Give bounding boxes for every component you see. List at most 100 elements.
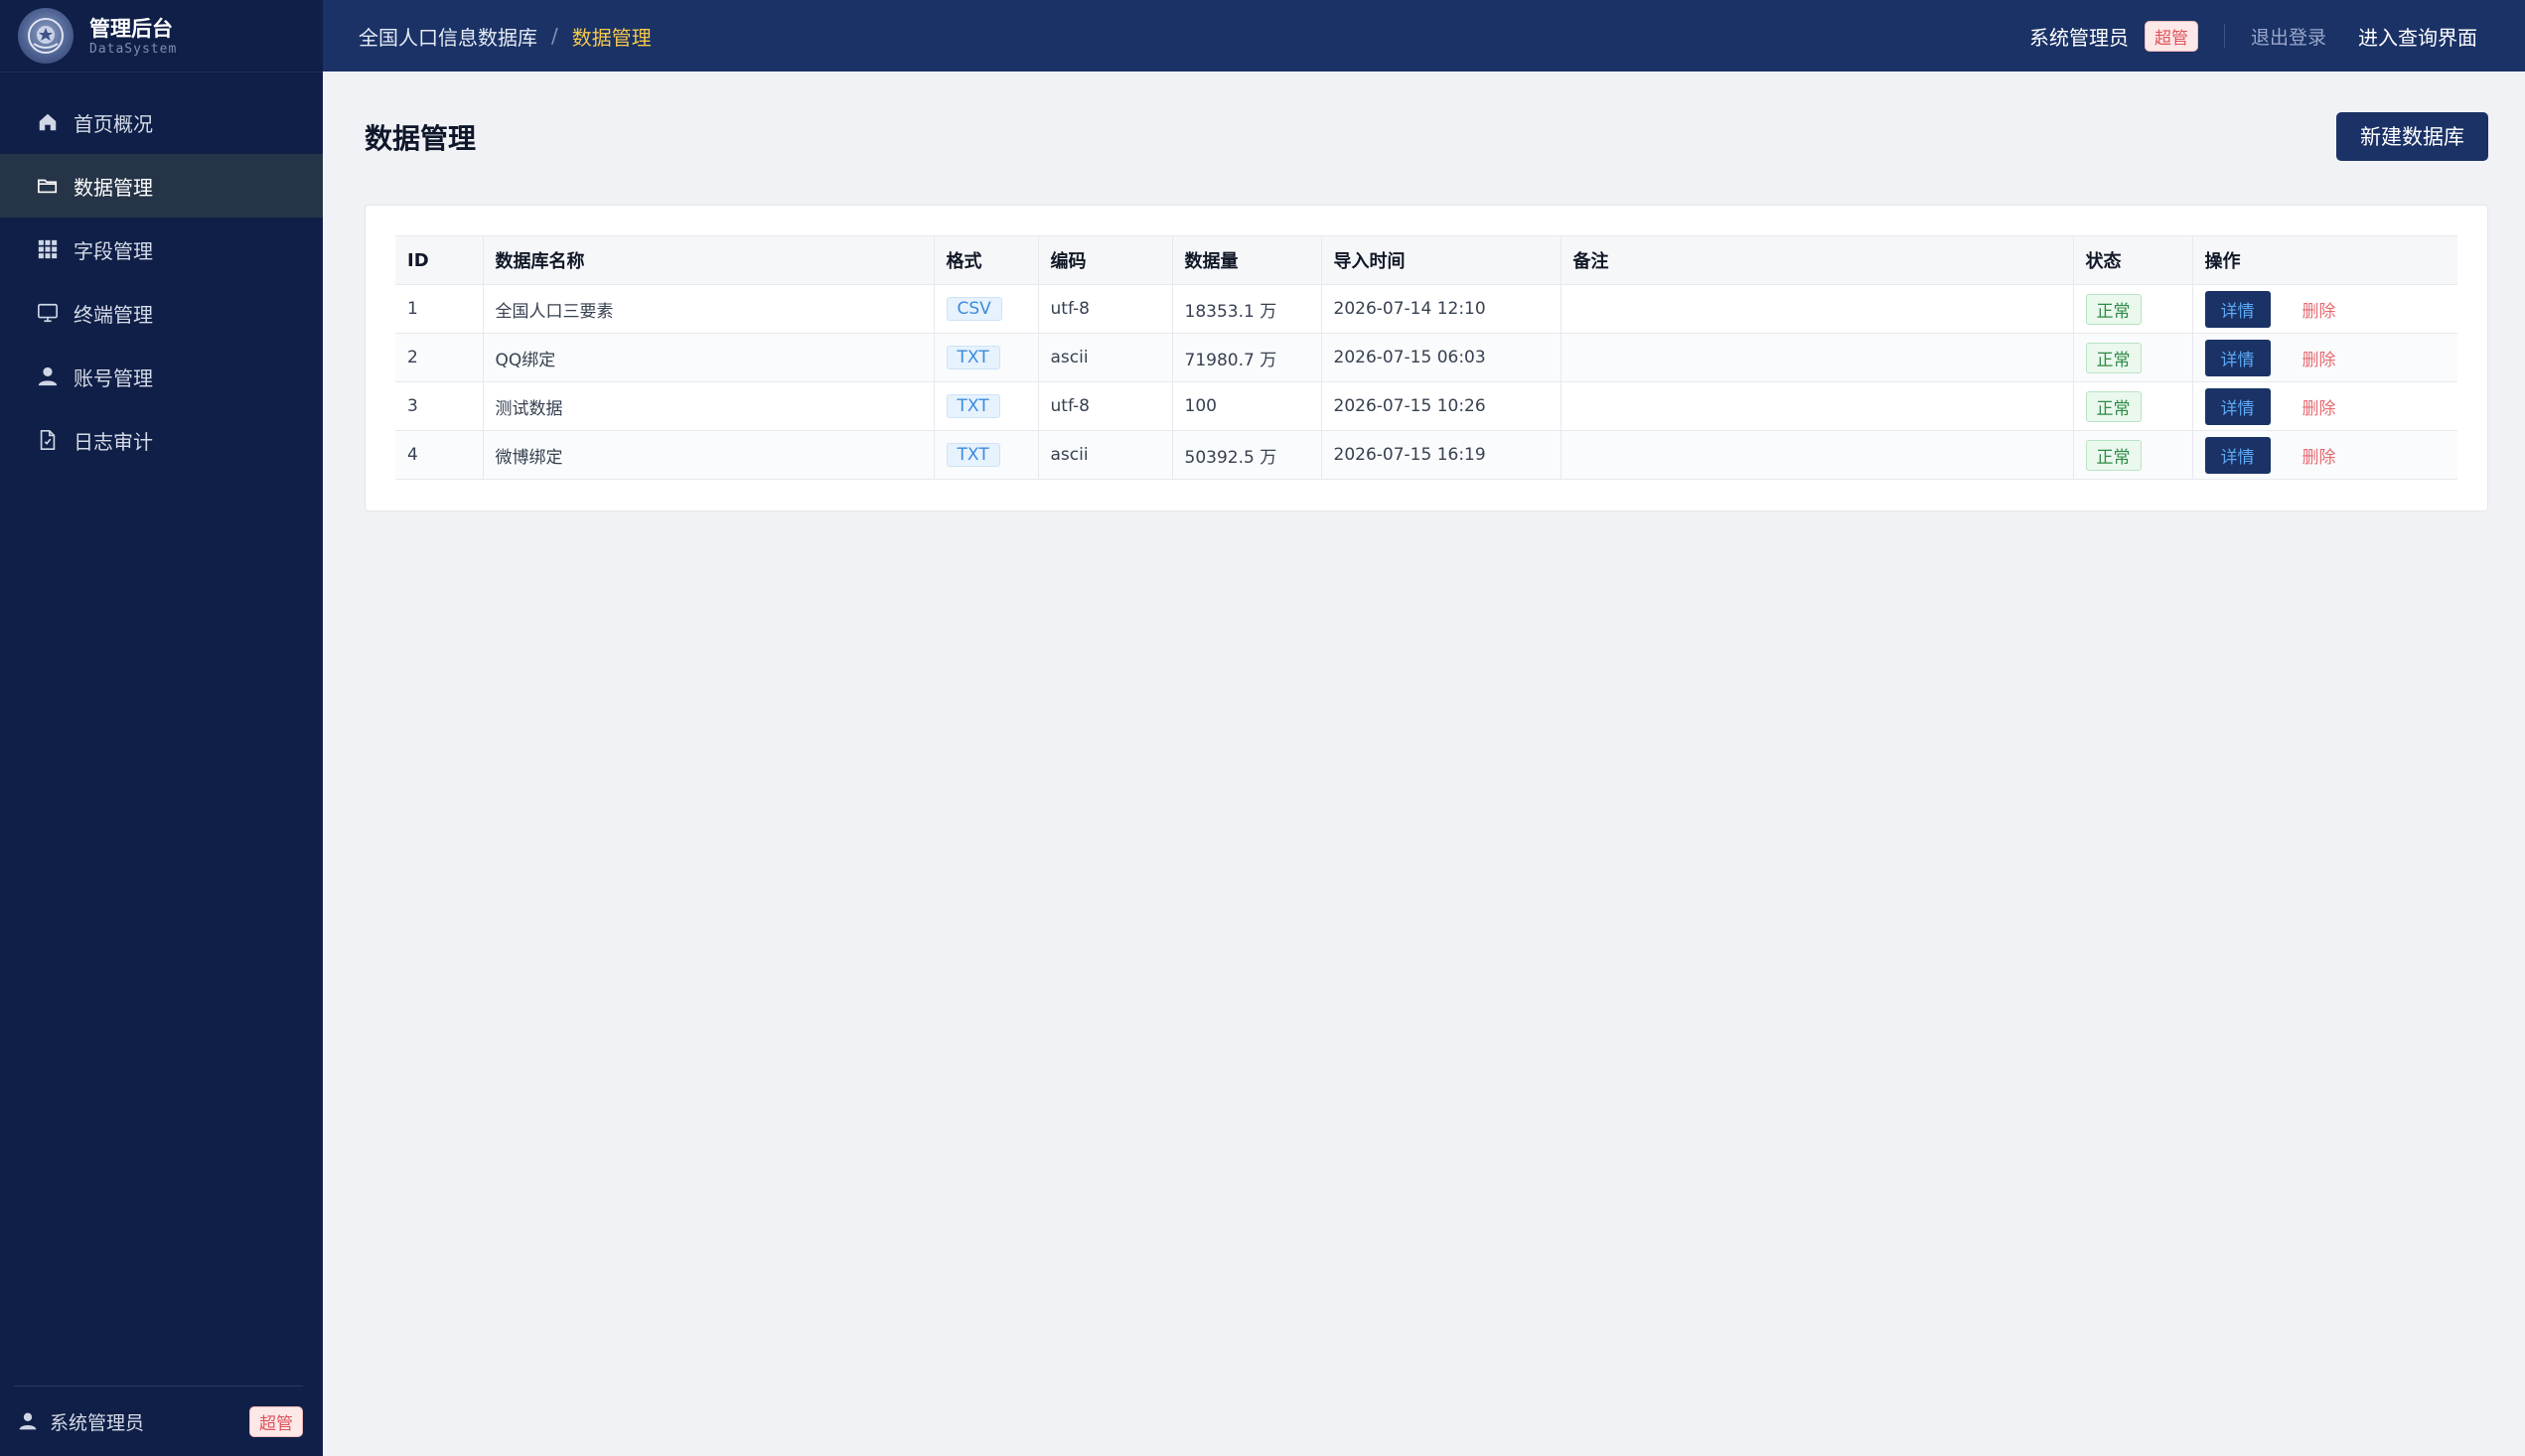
column-header: 数据库名称 — [482, 235, 934, 285]
current-user: 系统管理员 — [2028, 25, 2129, 50]
divider — [2223, 24, 2225, 48]
user-icon — [19, 1412, 37, 1430]
cell-status: 正常 — [2072, 284, 2192, 334]
cell-format: TXT — [933, 430, 1038, 480]
cell-note — [1560, 284, 2073, 334]
format-tag: TXT — [946, 443, 1000, 467]
cell-format: CSV — [933, 284, 1038, 334]
document-icon — [36, 428, 60, 452]
cell-status: 正常 — [2072, 381, 2192, 431]
cell-count: 71980.7 万 — [1171, 333, 1321, 382]
status-badge: 正常 — [2085, 390, 2142, 422]
role-badge: 超管 — [249, 1405, 303, 1437]
sidebar-item-label: 终端管理 — [74, 302, 153, 327]
footer-username: 系统管理员 — [50, 1411, 145, 1434]
detail-button[interactable]: 详情 — [2204, 436, 2271, 474]
brand-title: 管理后台 — [89, 16, 173, 41]
breadcrumb-separator: / — [551, 24, 558, 48]
cell-encoding: ascii — [1037, 430, 1172, 480]
cell-name: 微博绑定 — [482, 430, 934, 480]
status-badge: 正常 — [2085, 293, 2142, 325]
sidebar-item-label: 日志审计 — [74, 429, 153, 454]
cell-name: 全国人口三要素 — [482, 284, 934, 334]
status-badge: 正常 — [2085, 439, 2142, 471]
sidebar: 管理后台 DataSystem 首页概况 数据管理 字段管理 终端管理 账号管理… — [0, 0, 323, 1456]
logout-link[interactable]: 退出登录 — [2251, 23, 2326, 50]
cell-note — [1560, 333, 2073, 382]
column-header: ID — [395, 235, 483, 285]
column-header: 状态 — [2072, 235, 2192, 285]
cell-actions: 详情 删除 — [2191, 284, 2457, 334]
sidebar-footer: 系统管理员 超管 — [14, 1385, 303, 1456]
detail-button[interactable]: 详情 — [2204, 387, 2271, 425]
cell-id: 4 — [395, 430, 483, 480]
page-header: 数据管理 新建数据库 — [365, 72, 2488, 193]
sidebar-item-overview[interactable]: 首页概况 — [0, 90, 323, 154]
delete-button[interactable]: 删除 — [2302, 394, 2336, 419]
sidebar-item-label: 数据管理 — [74, 175, 153, 200]
detail-button[interactable]: 详情 — [2204, 339, 2271, 376]
format-tag: TXT — [946, 346, 1000, 369]
main-content: 数据管理 新建数据库 ID 数据库名称 格式 编码 数据量 导入时间 备注 状态… — [365, 72, 2488, 511]
column-header: 操作 — [2191, 235, 2457, 285]
cell-count: 50392.5 万 — [1171, 430, 1321, 480]
cell-name: 测试数据 — [482, 381, 934, 431]
new-database-button[interactable]: 新建数据库 — [2336, 111, 2488, 161]
delete-button[interactable]: 删除 — [2302, 297, 2336, 322]
sidebar-item-label: 账号管理 — [74, 365, 153, 390]
cell-note — [1560, 381, 2073, 431]
page-title: 数据管理 — [365, 122, 477, 155]
sidebar-nav: 首页概况 数据管理 字段管理 终端管理 账号管理 日志审计 — [0, 90, 323, 472]
cell-count: 100 — [1171, 381, 1321, 431]
enter-query-link[interactable]: 进入查询界面 — [2358, 22, 2477, 51]
breadcrumb-root[interactable]: 全国人口信息数据库 — [359, 22, 537, 51]
status-badge: 正常 — [2085, 342, 2142, 373]
sidebar-item-data[interactable]: 数据管理 — [0, 154, 323, 218]
cell-format: TXT — [933, 381, 1038, 431]
cell-format: TXT — [933, 333, 1038, 382]
sidebar-item-label: 首页概况 — [74, 111, 153, 136]
cell-time: 2026-07-15 10:26 — [1320, 381, 1560, 431]
police-emblem-icon — [18, 8, 74, 64]
detail-button[interactable]: 详情 — [2204, 290, 2271, 328]
cell-time: 2026-07-15 06:03 — [1320, 333, 1560, 382]
brand-subtitle: DataSystem — [89, 41, 178, 57]
sidebar-item-audit-log[interactable]: 日志审计 — [0, 408, 323, 472]
format-tag: CSV — [946, 297, 1002, 321]
user-icon — [36, 364, 60, 388]
column-header: 导入时间 — [1320, 235, 1560, 285]
sidebar-item-terminals[interactable]: 终端管理 — [0, 281, 323, 345]
cell-id: 3 — [395, 381, 483, 431]
sidebar-item-accounts[interactable]: 账号管理 — [0, 345, 323, 408]
table-header-row: ID 数据库名称 格式 编码 数据量 导入时间 备注 状态 操作 — [395, 235, 2457, 285]
table-row: 4 微博绑定 TXT ascii 50392.5 万 2026-07-15 16… — [395, 430, 2457, 480]
delete-button[interactable]: 删除 — [2302, 346, 2336, 370]
delete-button[interactable]: 删除 — [2302, 443, 2336, 468]
database-table: ID 数据库名称 格式 编码 数据量 导入时间 备注 状态 操作 1 全国人口三… — [395, 235, 2457, 480]
cell-encoding: utf-8 — [1037, 381, 1172, 431]
sidebar-item-fields[interactable]: 字段管理 — [0, 218, 323, 281]
cell-count: 18353.1 万 — [1171, 284, 1321, 334]
sidebar-item-label: 字段管理 — [74, 238, 153, 263]
breadcrumb: 全国人口信息数据库 / 数据管理 — [359, 22, 652, 51]
cell-time: 2026-07-15 16:19 — [1320, 430, 1560, 480]
column-header: 格式 — [933, 235, 1038, 285]
column-header: 备注 — [1560, 235, 2073, 285]
home-icon — [36, 110, 60, 134]
cell-id: 1 — [395, 284, 483, 334]
cell-status: 正常 — [2072, 333, 2192, 382]
column-header: 编码 — [1037, 235, 1172, 285]
cell-note — [1560, 430, 2073, 480]
cell-actions: 详情 删除 — [2191, 381, 2457, 431]
cell-encoding: utf-8 — [1037, 284, 1172, 334]
cell-actions: 详情 删除 — [2191, 333, 2457, 382]
cell-actions: 详情 删除 — [2191, 430, 2457, 480]
cell-encoding: ascii — [1037, 333, 1172, 382]
role-badge: 超管 — [2144, 20, 2198, 52]
cell-time: 2026-07-14 12:10 — [1320, 284, 1560, 334]
breadcrumb-current: 数据管理 — [571, 25, 652, 50]
cell-status: 正常 — [2072, 430, 2192, 480]
table-row: 3 测试数据 TXT utf-8 100 2026-07-15 10:26 正常… — [395, 381, 2457, 431]
brand[interactable]: 管理后台 DataSystem — [0, 0, 323, 73]
cell-id: 2 — [395, 333, 483, 382]
